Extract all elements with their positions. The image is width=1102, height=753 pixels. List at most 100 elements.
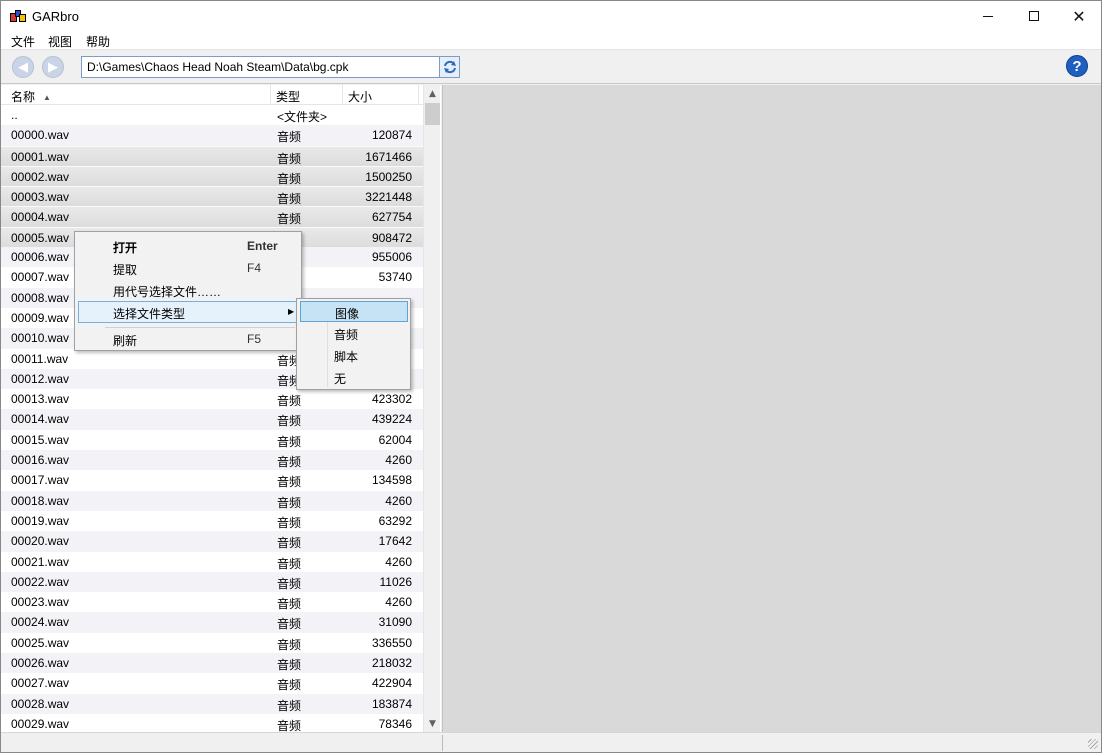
column-header-size[interactable]: 大小 — [343, 85, 419, 105]
cell-type: 音频 — [277, 192, 302, 207]
cell-type: 音频 — [277, 556, 302, 571]
table-row[interactable]: 00022.wav 音频 11026 — [1, 571, 423, 593]
submenu-none[interactable]: 无 — [300, 367, 408, 388]
table-row[interactable]: 00014.wav 音频 439224 — [1, 409, 423, 430]
cell-name: 00017.wav — [11, 473, 70, 488]
cell-name: 00023.wav — [11, 595, 70, 610]
scroll-thumb[interactable] — [425, 103, 440, 125]
menu-view[interactable]: 视图 — [48, 33, 72, 50]
table-row[interactable]: 00024.wav 音频 31090 — [1, 612, 423, 633]
cell-size: 336550 — [371, 635, 412, 650]
help-button[interactable]: ? — [1066, 55, 1088, 77]
menu-help[interactable]: 帮助 — [86, 33, 110, 50]
table-row[interactable]: 00004.wav 音频 627754 — [1, 206, 423, 227]
maximize-button[interactable] — [1011, 1, 1057, 31]
menu-select-file-type[interactable]: 选择文件类型 ▶ — [78, 301, 298, 323]
resize-grip[interactable] — [1088, 739, 1098, 749]
table-row[interactable]: 00000.wav 音频 120874 — [1, 125, 423, 146]
cell-name: 00025.wav — [11, 635, 70, 650]
table-row[interactable]: 00028.wav 音频 183874 — [1, 693, 423, 714]
cell-name: 00015.wav — [11, 432, 70, 447]
cell-type: 音频 — [277, 658, 302, 673]
garbro-window: GARbro ✕ 文件 视图 帮助 ◀ ▶ D:\Games\Chaos Hea… — [0, 0, 1102, 753]
cell-type: 音频 — [277, 475, 302, 490]
menu-refresh[interactable]: 刷新 F5 — [78, 328, 298, 350]
scroll-up-icon[interactable]: ▲ — [424, 85, 441, 102]
menu-extract[interactable]: 提取 F4 — [78, 257, 298, 279]
minimize-button[interactable] — [965, 1, 1011, 31]
back-button[interactable]: ◀ — [12, 56, 34, 78]
cell-type: 音频 — [277, 151, 302, 166]
cell-name: 00024.wav — [11, 615, 70, 630]
table-row[interactable]: 00001.wav 音频 1671466 — [1, 145, 423, 166]
cell-name: 00010.wav — [11, 331, 70, 346]
table-row[interactable]: 00023.wav 音频 4260 — [1, 592, 423, 612]
menu-bar: 文件 视图 帮助 — [1, 31, 1101, 50]
cell-name: 00003.wav — [11, 190, 70, 205]
close-icon: ✕ — [1072, 6, 1086, 26]
close-button[interactable]: ✕ — [1056, 1, 1102, 31]
cell-name: 00001.wav — [11, 149, 70, 164]
cell-size: 422904 — [371, 676, 412, 691]
submenu-audio[interactable]: 音频 — [300, 323, 408, 344]
menu-file[interactable]: 文件 — [11, 33, 35, 50]
file-type-submenu: 图像 音频 脚本 无 — [296, 298, 411, 390]
cell-type: 音频 — [277, 536, 302, 551]
cell-size: 31090 — [378, 615, 412, 630]
cell-type: 音频 — [277, 617, 302, 632]
column-header-name[interactable]: 名称 ▲ — [6, 85, 271, 105]
refresh-button[interactable] — [439, 56, 460, 78]
preview-pane — [442, 85, 1101, 732]
cell-name: 00002.wav — [11, 169, 70, 184]
table-row[interactable]: 00003.wav 音频 3221448 — [1, 186, 423, 207]
list-header: 名称 ▲ 类型 大小 — [1, 85, 423, 105]
submenu-image[interactable]: 图像 — [300, 301, 408, 322]
cell-name: 00008.wav — [11, 290, 70, 305]
table-row[interactable]: .. <文件夹> — [1, 105, 423, 125]
cell-type: 音频 — [277, 495, 302, 510]
title-bar: GARbro ✕ — [1, 1, 1101, 31]
menu-select-by-code[interactable]: 用代号选择文件…… — [78, 279, 298, 301]
cell-size: 955006 — [371, 250, 412, 265]
column-header-type[interactable]: 类型 — [271, 85, 343, 105]
table-row[interactable]: 00025.wav 音频 336550 — [1, 633, 423, 653]
cell-name: 00022.wav — [11, 574, 70, 589]
cell-size: 1671466 — [365, 149, 412, 164]
table-row[interactable]: 00021.wav 音频 4260 — [1, 552, 423, 572]
cell-size: 423302 — [371, 392, 412, 407]
context-menu: 打开 Enter 提取 F4 用代号选择文件…… 选择文件类型 ▶ 刷新 F5 — [74, 231, 302, 351]
cell-type: 音频 — [277, 597, 302, 612]
status-bar — [1, 732, 1101, 752]
vertical-scrollbar[interactable]: ▲ ▼ — [423, 85, 440, 732]
maximize-icon — [1029, 11, 1039, 21]
cell-size: 908472 — [371, 230, 412, 245]
menu-open[interactable]: 打开 Enter — [78, 235, 298, 257]
cell-type: 音频 — [277, 718, 302, 732]
table-row[interactable]: 00002.wav 音频 1500250 — [1, 165, 423, 187]
submenu-script[interactable]: 脚本 — [300, 345, 408, 366]
scroll-down-icon[interactable]: ▼ — [424, 715, 441, 732]
table-row[interactable]: 00016.wav 音频 4260 — [1, 450, 423, 471]
cell-type: 音频 — [277, 576, 302, 591]
path-input[interactable]: D:\Games\Chaos Head Noah Steam\Data\bg.c… — [81, 56, 440, 78]
table-row[interactable]: 00013.wav 音频 423302 — [1, 389, 423, 409]
cell-name: 00026.wav — [11, 656, 70, 671]
table-row[interactable]: 00026.wav 音频 218032 — [1, 653, 423, 674]
cell-name: 00016.wav — [11, 453, 70, 468]
table-row[interactable]: 00019.wav 音频 63292 — [1, 511, 423, 531]
window-title: GARbro — [32, 9, 79, 24]
forward-button[interactable]: ▶ — [42, 56, 64, 78]
table-row[interactable]: 00015.wav 音频 62004 — [1, 430, 423, 450]
cell-size: 120874 — [371, 128, 412, 143]
cell-size: 17642 — [378, 534, 412, 549]
cell-size: 78346 — [378, 716, 412, 731]
table-row[interactable]: 00029.wav 音频 78346 — [1, 714, 423, 732]
table-row[interactable]: 00027.wav 音频 422904 — [1, 673, 423, 693]
cell-size: 439224 — [371, 412, 412, 427]
table-row[interactable]: 00017.wav 音频 134598 — [1, 470, 423, 490]
cell-size: 1500250 — [365, 169, 412, 184]
table-row[interactable]: 00020.wav 音频 17642 — [1, 531, 423, 552]
table-row[interactable]: 00018.wav 音频 4260 — [1, 490, 423, 511]
cell-name: 00021.wav — [11, 554, 70, 569]
cell-type: 音频 — [277, 171, 302, 186]
